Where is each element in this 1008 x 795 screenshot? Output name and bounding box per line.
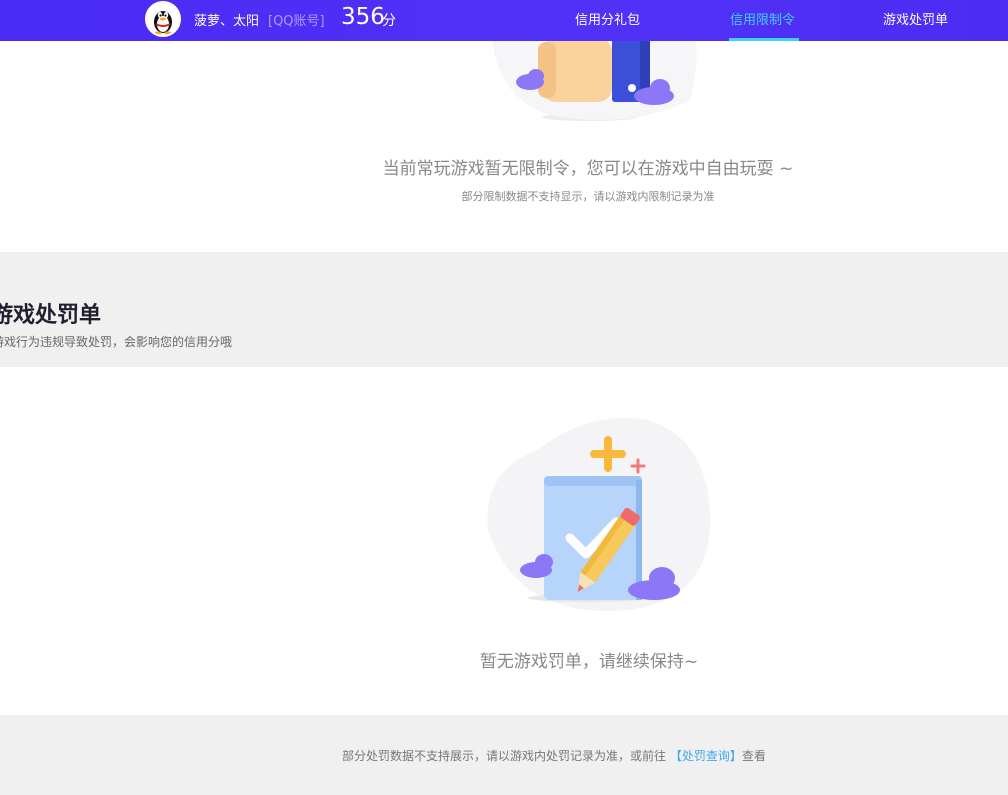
section-title: 游戏处罚单 <box>0 303 102 328</box>
tab-credit-restriction[interactable]: 信用限制令 <box>730 9 795 28</box>
section-subtitle: 游戏行为违规导致处罚，会影响您的信用分哦 <box>0 335 233 349</box>
credit-score: 356 <box>341 4 385 30</box>
qq-penguin-icon <box>147 3 179 35</box>
penalty-empty-message: 暂无游戏罚单，请继续保持~ <box>479 652 699 672</box>
user-nickname: 菠萝、太阳 <box>194 14 260 29</box>
restriction-note: 部分限制数据不支持显示，请以游戏内限制记录为准 <box>461 190 715 203</box>
footer-note: 部分处罚数据不支持展示，请以游戏内处罚记录为准，或前往 【处罚查询】查看 <box>342 747 766 764</box>
page: 菠萝、太阳 [QQ账号] 356 分 信用分礼包 信用限制令 游戏处罚单 当前常… <box>0 0 1008 795</box>
footer-text-before: 部分处罚数据不支持展示，请以游戏内处罚记录为准，或前往 <box>342 749 670 763</box>
document-check-pencil-illustration <box>487 418 710 611</box>
credit-score-unit: 分 <box>382 13 396 29</box>
tab-game-penalty[interactable]: 游戏处罚单 <box>883 9 948 28</box>
tab-credit-gift[interactable]: 信用分礼包 <box>575 9 640 28</box>
top-bar: 菠萝、太阳 [QQ账号] 356 分 信用分礼包 信用限制令 游戏处罚单 <box>0 0 1008 41</box>
account-type-label: [QQ账号] <box>268 14 325 29</box>
avatar[interactable] <box>145 1 181 37</box>
restriction-empty-message: 当前常玩游戏暂无限制令，您可以在游戏中自由玩耍 ~ <box>382 159 794 179</box>
penalty-query-link[interactable]: 【处罚查询】 <box>670 749 742 763</box>
active-tab-indicator <box>729 38 799 41</box>
footer-text-after: 查看 <box>741 749 766 763</box>
